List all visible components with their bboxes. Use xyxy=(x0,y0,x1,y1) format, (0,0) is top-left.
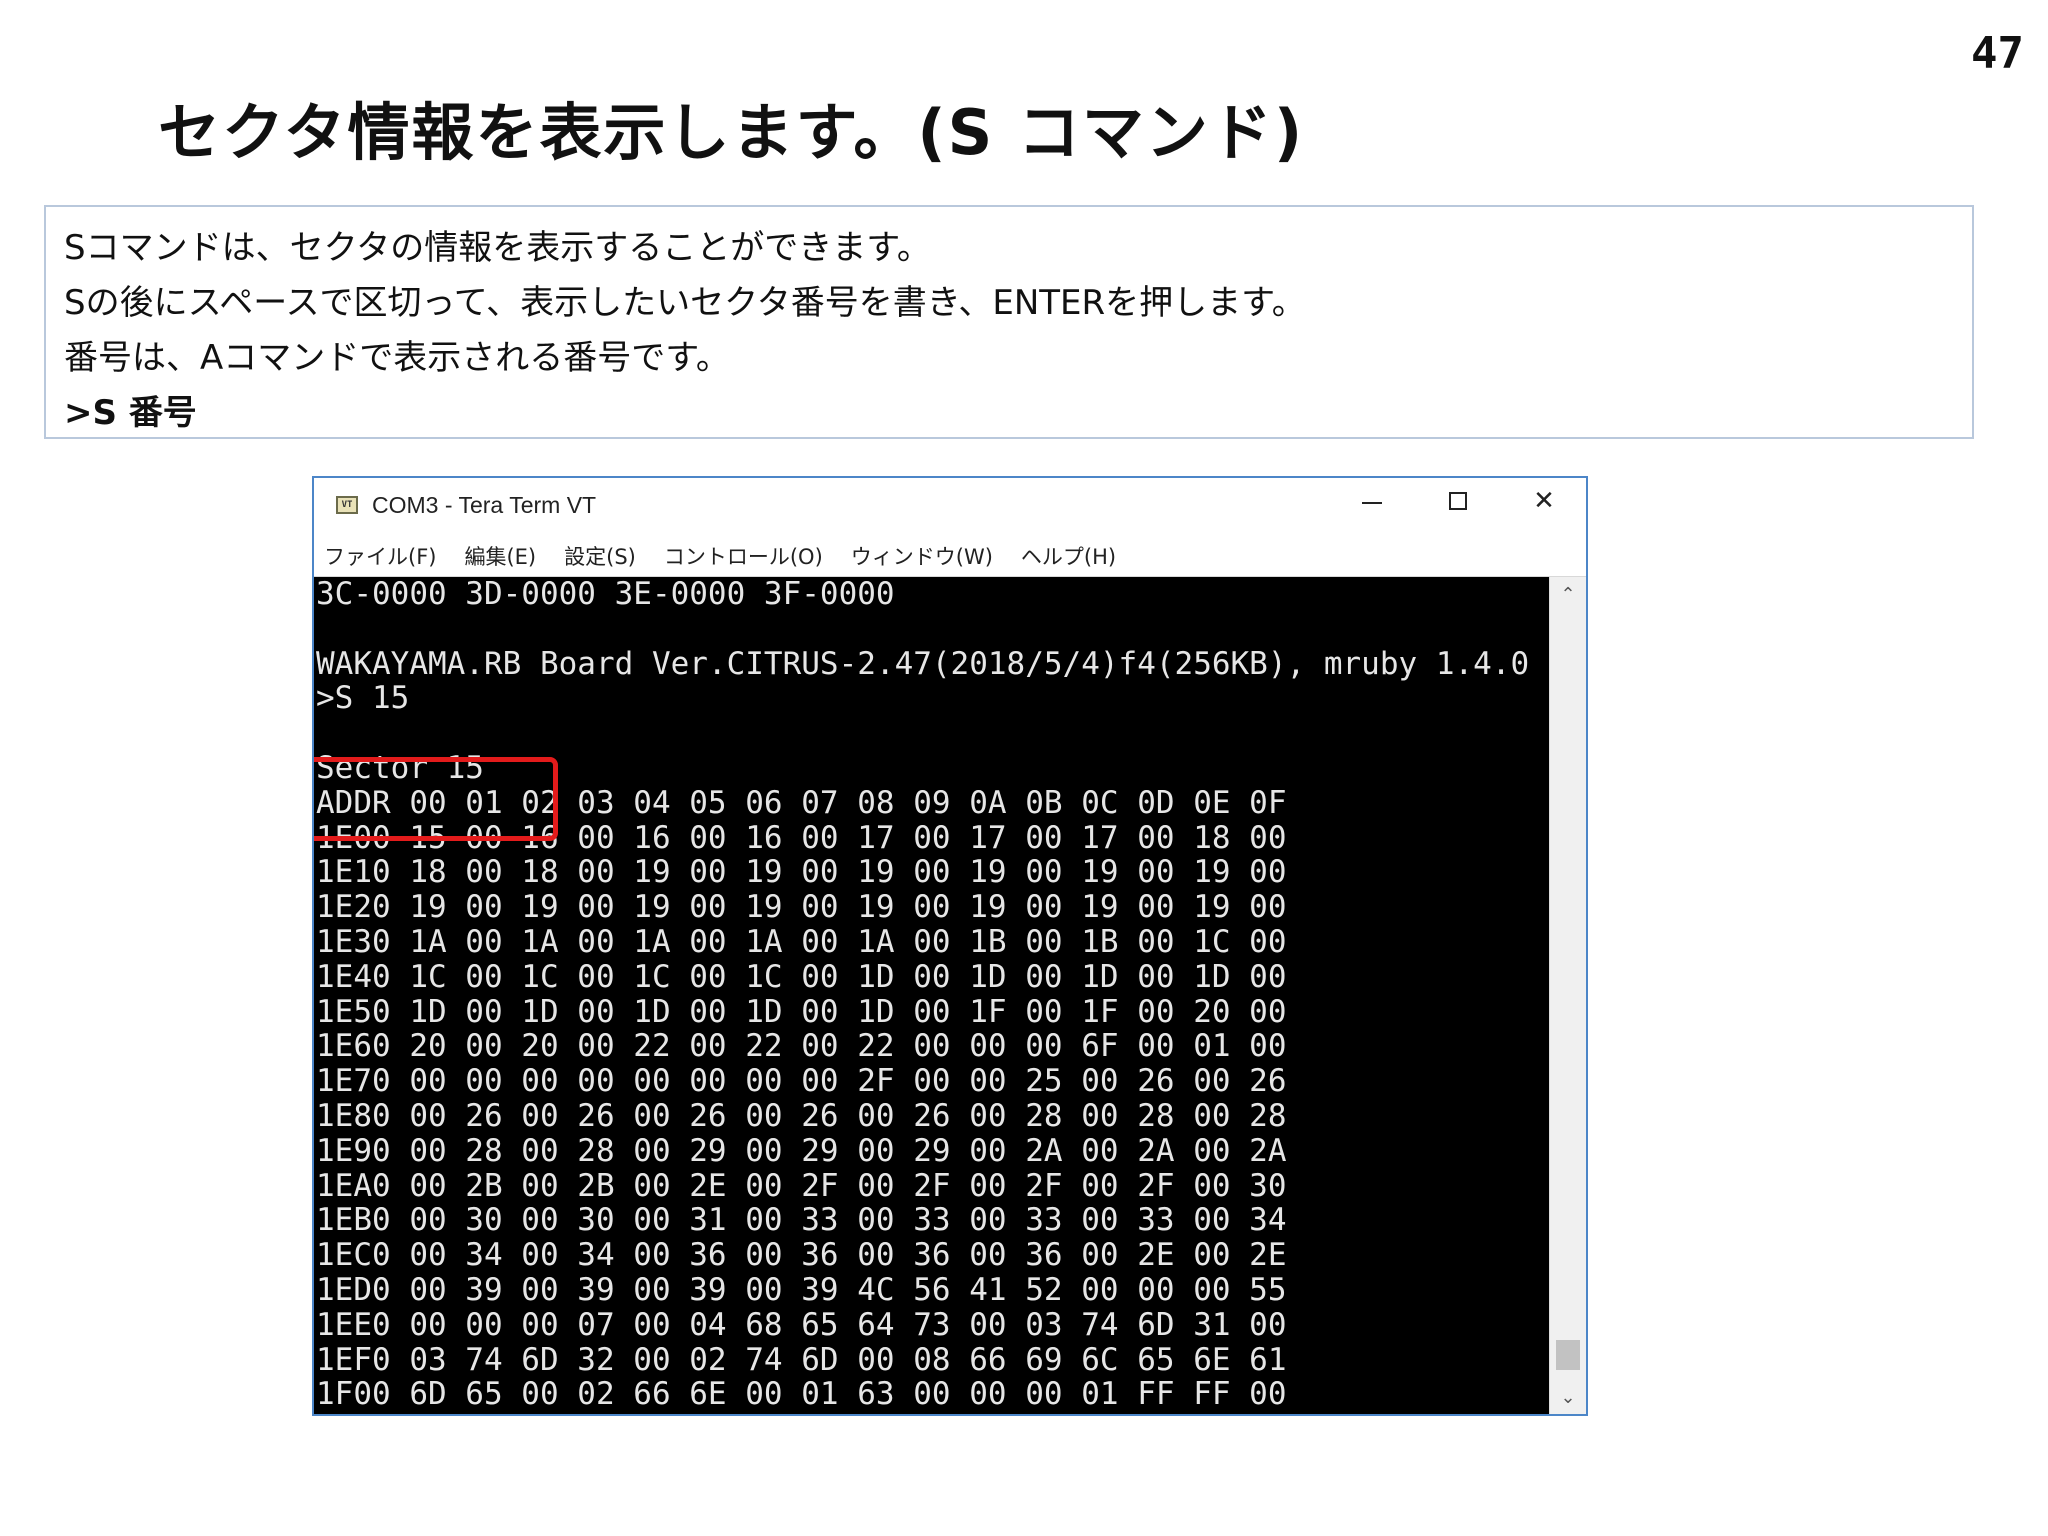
menu-item-file[interactable]: ファイル(F) xyxy=(324,541,436,571)
scroll-down-icon[interactable]: ⌄ xyxy=(1550,1380,1586,1414)
minimize-icon xyxy=(1362,502,1382,504)
slide-title: セクタ情報を表示します。(S コマンド) xyxy=(158,96,1305,169)
menu-item-control[interactable]: コントロール(O) xyxy=(664,541,823,571)
terminal-line: 1EE0 00 00 00 07 00 04 68 65 64 73 00 03… xyxy=(316,1306,1287,1343)
description-line: 番号は、Aコマンドで表示される番号です。 xyxy=(64,338,730,378)
description-line: Sコマンドは、セクタの情報を表示することができます。 xyxy=(64,228,931,268)
terminal-line: >S 15 xyxy=(316,680,410,717)
maximize-button[interactable] xyxy=(1416,478,1500,524)
terminal-line: 1E70 00 00 00 00 00 00 00 00 2F 00 00 25… xyxy=(316,1063,1287,1100)
terminal-line: 1E20 19 00 19 00 19 00 19 00 19 00 19 00… xyxy=(316,889,1287,926)
menu-item-setup[interactable]: 設定(S) xyxy=(564,541,636,571)
description-box: Sコマンドは、セクタの情報を表示することができます。 Sの後にスペースで区切って… xyxy=(44,205,1974,439)
command-highlight-box xyxy=(314,757,558,841)
menu-item-edit[interactable]: 編集(E) xyxy=(464,541,536,571)
scroll-up-icon[interactable]: ⌃ xyxy=(1550,577,1586,611)
menu-item-window[interactable]: ウィンドウ(W) xyxy=(851,541,993,571)
terminal-line: 1E60 20 00 20 00 22 00 22 00 22 00 00 00… xyxy=(316,1028,1287,1065)
title-bar[interactable]: VT COM3 - Tera Term VT ✕ xyxy=(314,478,1586,536)
minimize-button[interactable] xyxy=(1330,478,1414,524)
terminal-line: 3C-0000 3D-0000 3E-0000 3F-0000 xyxy=(316,577,895,612)
vertical-scrollbar[interactable]: ⌃ ⌄ xyxy=(1549,577,1586,1414)
terminal-line: 1E80 00 26 00 26 00 26 00 26 00 26 00 28… xyxy=(316,1097,1287,1134)
menu-item-help[interactable]: ヘルプ(H) xyxy=(1021,541,1116,571)
terminal-line: 1ED0 00 39 00 39 00 39 00 39 4C 56 41 52… xyxy=(316,1271,1287,1308)
window-title: COM3 - Tera Term VT xyxy=(372,492,597,518)
terminal-line: 1E40 1C 00 1C 00 1C 00 1C 00 1D 00 1D 00… xyxy=(316,958,1287,995)
command-syntax: >S 番号 xyxy=(64,393,197,433)
terminal-line: WAKAYAMA.RB Board Ver.CITRUS-2.47(2018/5… xyxy=(316,645,1550,682)
terminal-line: 1EB0 00 30 00 30 00 31 00 33 00 33 00 33… xyxy=(316,1202,1287,1239)
terminal-line: 1EF0 03 74 6D 32 00 02 74 6D 00 08 66 69… xyxy=(316,1341,1287,1378)
terminal-screen[interactable]: 3C-0000 3D-0000 3E-0000 3F-0000 WAKAYAMA.… xyxy=(314,577,1550,1414)
description-line: Sの後にスペースで区切って、表示したいセクタ番号を書き、ENTERを押します。 xyxy=(64,283,1306,323)
vt-terminal-icon: VT xyxy=(336,496,358,514)
menu-bar: ファイル(F) 編集(E) 設定(S) コントロール(O) ウィンドウ(W) ヘ… xyxy=(314,536,1586,577)
close-icon: ✕ xyxy=(1533,486,1555,516)
terminal-line: 1EC0 00 34 00 34 00 36 00 36 00 36 00 36… xyxy=(316,1237,1287,1274)
terminal-line: 1E10 18 00 18 00 19 00 19 00 19 00 19 00… xyxy=(316,854,1287,891)
close-button[interactable]: ✕ xyxy=(1502,478,1586,524)
terminal-line: 1E30 1A 00 1A 00 1A 00 1A 00 1A 00 1B 00… xyxy=(316,923,1287,960)
terminal-line: 1E50 1D 00 1D 00 1D 00 1D 00 1D 00 1F 00… xyxy=(316,993,1287,1030)
teraterm-window: VT COM3 - Tera Term VT ✕ ファイル(F) 編集(E) 設… xyxy=(312,476,1588,1416)
page-number: 47 xyxy=(1971,28,2024,79)
terminal-line: 1F00 6D 65 00 02 66 6E 00 01 63 00 00 00… xyxy=(316,1376,1287,1413)
maximize-icon xyxy=(1449,492,1467,510)
scroll-thumb[interactable] xyxy=(1556,1340,1580,1370)
terminal-line: 1EA0 00 2B 00 2B 00 2E 00 2F 00 2F 00 2F… xyxy=(316,1167,1287,1204)
terminal-output: 3C-0000 3D-0000 3E-0000 3F-0000 WAKAYAMA.… xyxy=(316,577,1550,1412)
terminal-line: 1E90 00 28 00 28 00 29 00 29 00 29 00 2A… xyxy=(316,1132,1287,1169)
